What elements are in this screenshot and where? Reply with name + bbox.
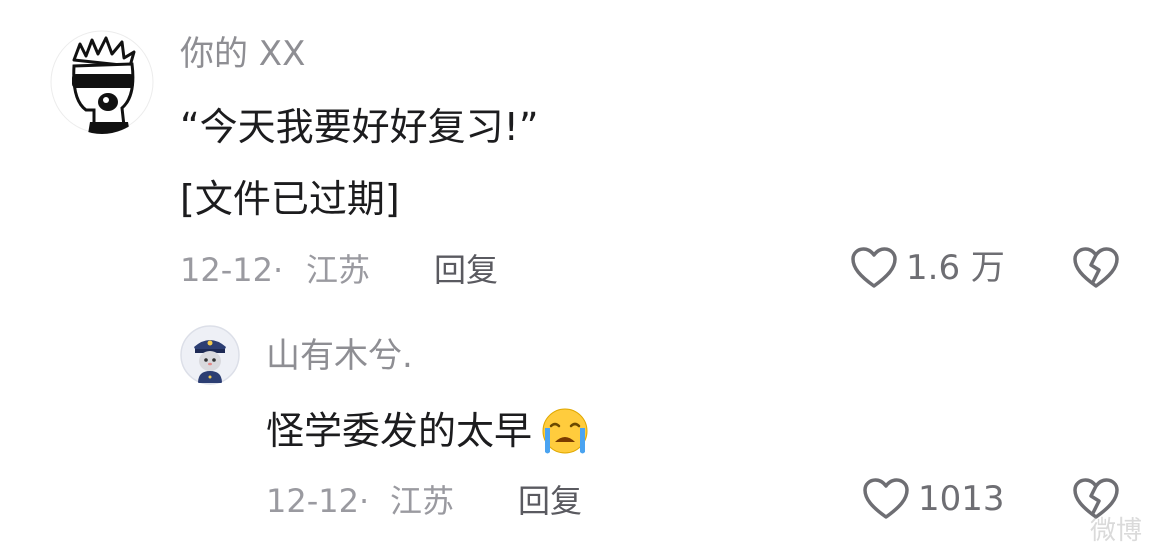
heart-outline-icon [862, 477, 910, 521]
reply-like-button[interactable]: 1013 [862, 477, 1005, 521]
watermark: 微博 [1090, 516, 1143, 546]
reply-like-count: 1013 [918, 479, 1005, 519]
reply-content: 怪学委发的太早 [266, 406, 594, 456]
commenter-username[interactable]: 你的 XX [180, 34, 305, 74]
comment-date: 12-12· [180, 251, 284, 289]
broken-heart-icon [1073, 478, 1119, 519]
reply-dislike-button[interactable] [1072, 477, 1120, 521]
reply-text: 怪学委发的太早 [266, 409, 533, 453]
police-rabbit-avatar-icon [180, 325, 240, 385]
comment-like-button[interactable]: 1.6 万 [850, 246, 1005, 290]
comment-text-line1: “今天我要好好复习!” [180, 105, 539, 149]
comment-location: 江苏 [306, 251, 371, 289]
comment-like-count: 1.6 万 [906, 248, 1005, 288]
reply-reply-button[interactable]: 回复 [518, 481, 582, 521]
replier-avatar[interactable] [180, 325, 240, 385]
commenter-avatar[interactable] [50, 30, 154, 134]
replier-username[interactable]: 山有木兮. [266, 336, 413, 376]
reply-location: 江苏 [390, 482, 455, 520]
crying-face-emoji-icon [536, 406, 594, 456]
heart-outline-icon [850, 246, 898, 290]
reply-date: 12-12· [266, 482, 370, 520]
comment-dislike-button[interactable] [1072, 246, 1120, 290]
comment-text-line2: [文件已过期] [180, 177, 400, 221]
comment-reply-button[interactable]: 回复 [434, 250, 498, 290]
broken-heart-icon [1073, 247, 1119, 288]
sunglasses-cartoon-avatar-icon [50, 30, 154, 134]
